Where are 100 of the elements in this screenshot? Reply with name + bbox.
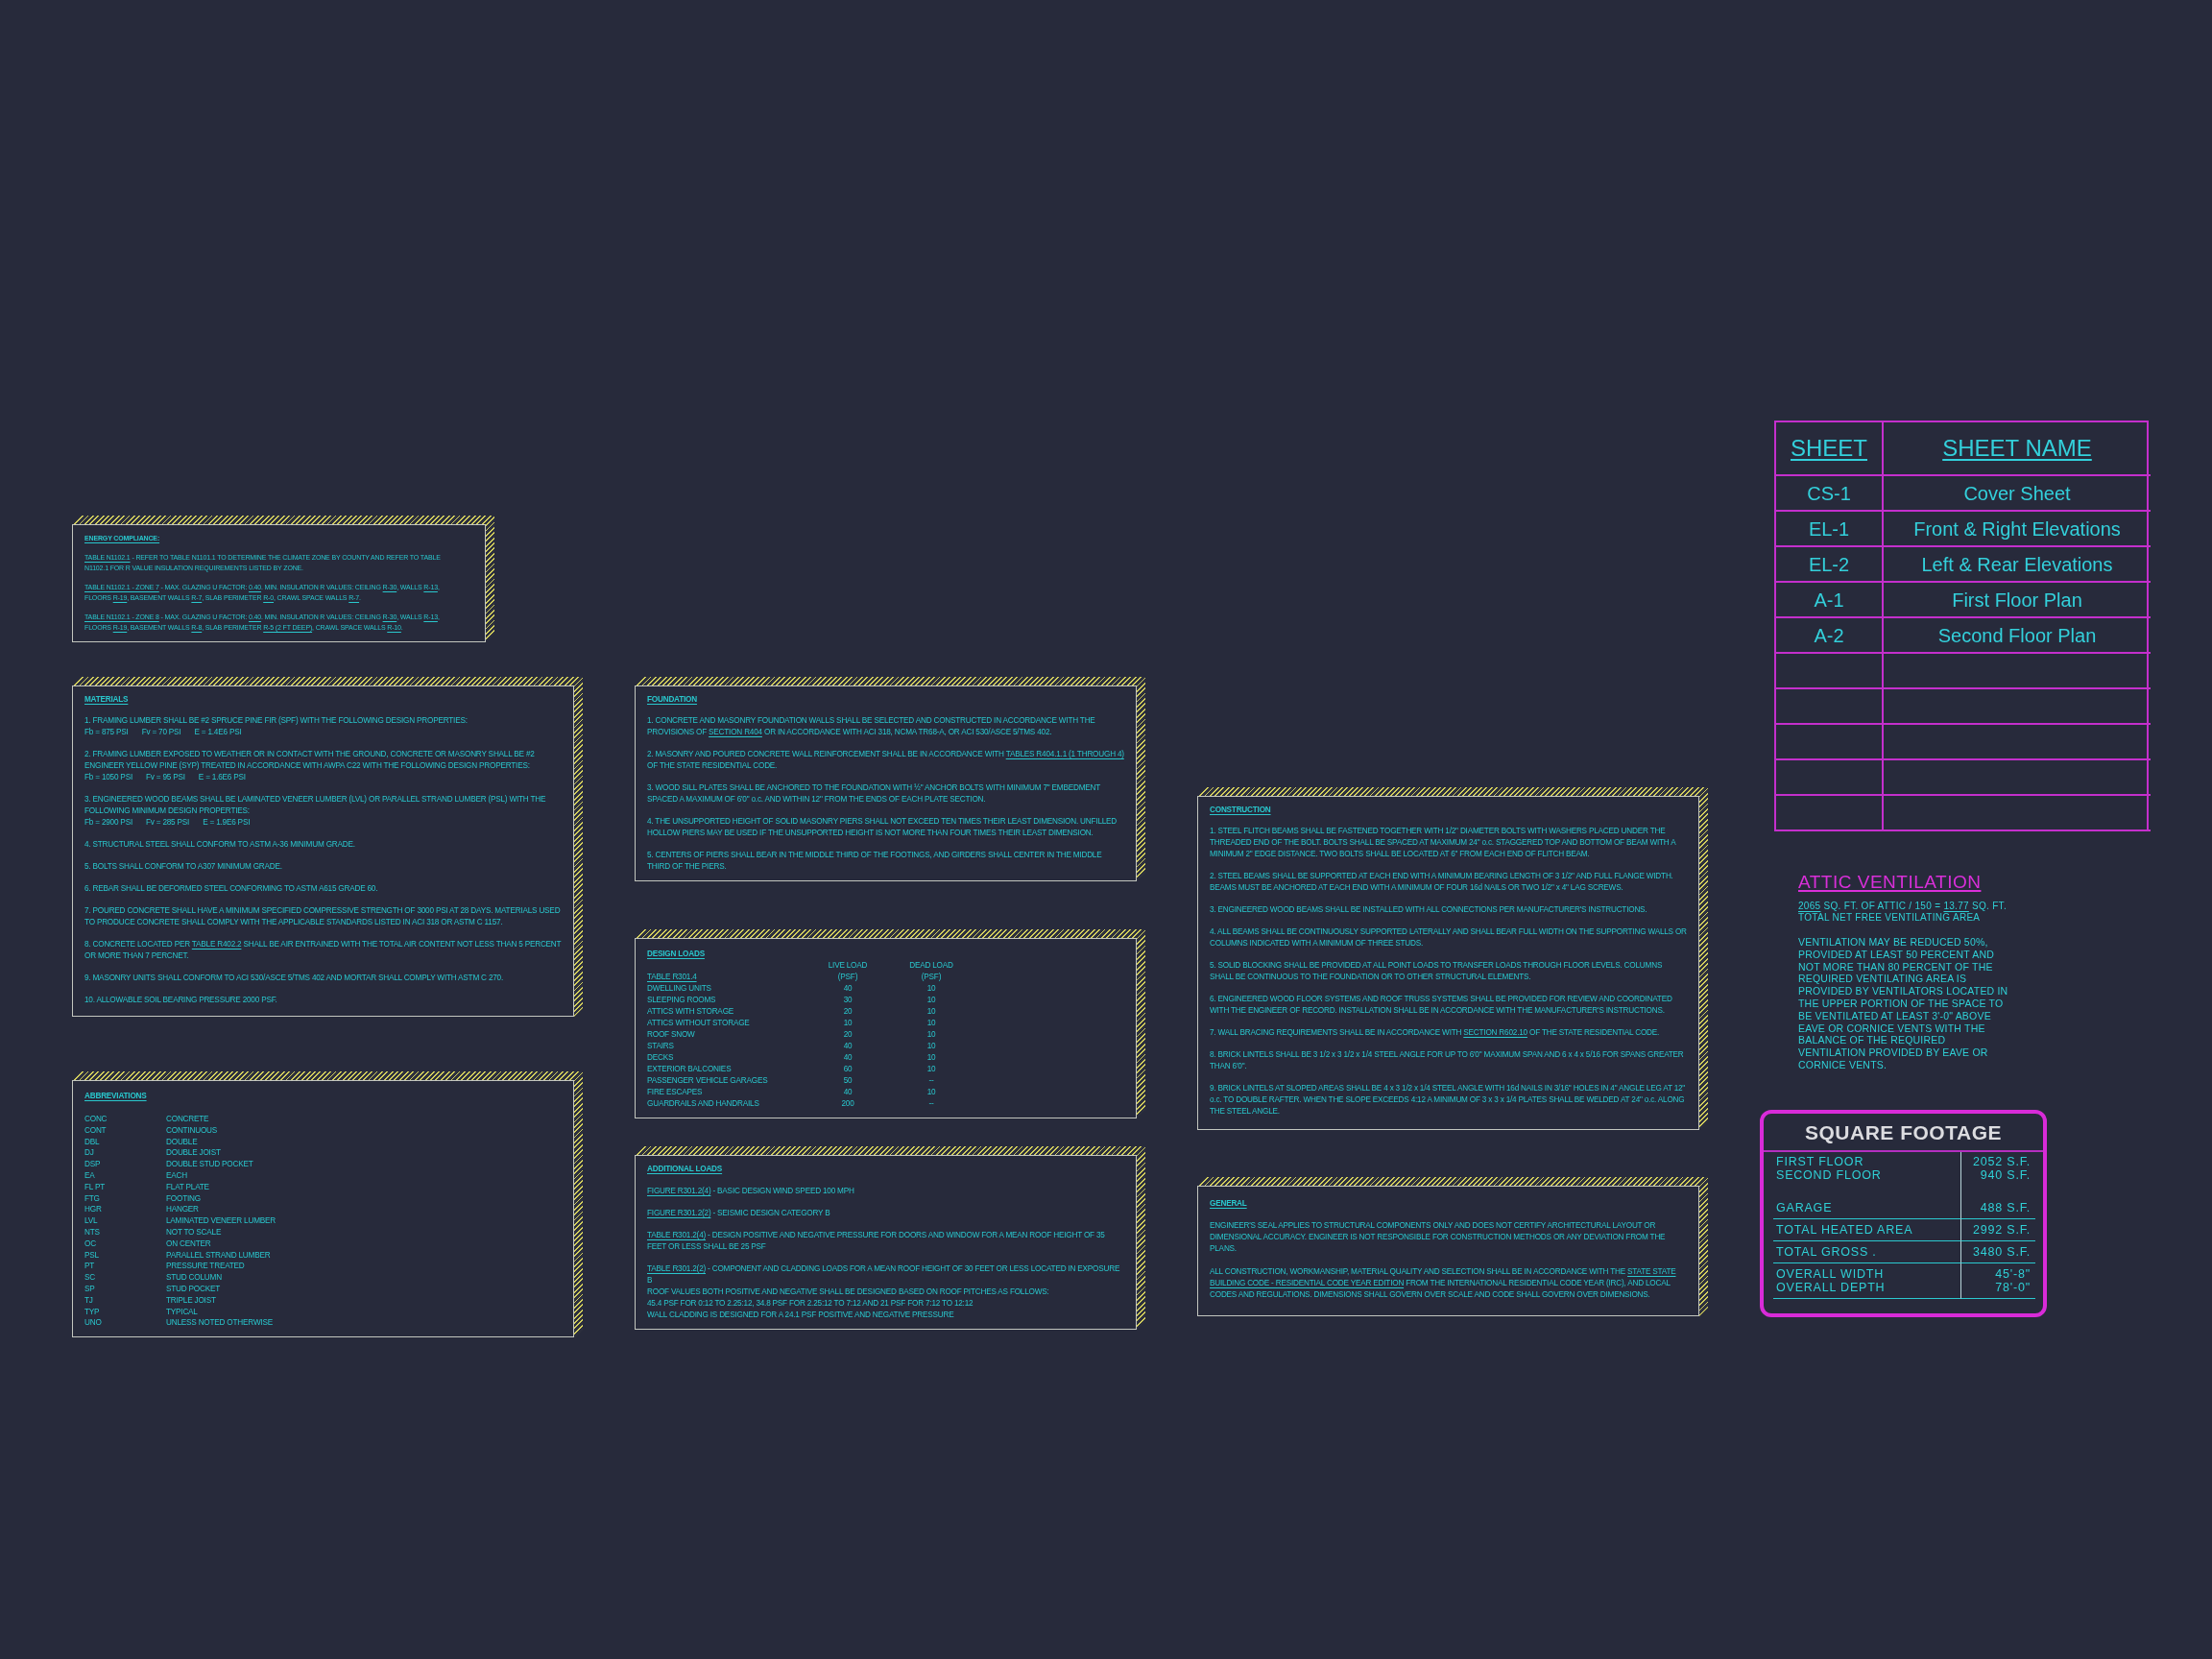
note-text: 2. STEEL BEAMS SHALL BE SUPPORTED AT EACH END WITH A MINIMUM BEARING LENGTH OF 3 1/2" AND FULL FLANGE WIDTH. BEAMS MUST BE ANCHORED AT EACH END WITH A MINIMUM OF FOUR 16d NAILS OR TWO 1/2" x 4" LAG SCREWS. [1210,871,1674,894]
abbreviation-meaning: NOT TO SCALE [166,1226,222,1238]
sheet-number: EL-1 [1808,517,1850,541]
abbreviation-meaning: FLAT PLATE [166,1181,209,1193]
column-header: SHEET [1791,435,1867,462]
abbreviation-meaning: DOUBLE [166,1136,198,1148]
property-value: Fv = 70 PSI [141,727,181,738]
load-value: 10 [926,1041,936,1052]
note-text: TABLE R301.2(2) - COMPONENT AND CLADDING LOADS FOR A MEAN ROOF HEIGHT OF 30 FEET OR LESS LOCATED IN EXPOSURE B [647,1263,1121,1286]
note-text: 8. BRICK LINTELS SHALL BE 3 1/2 x 3 1/2 x 1/4 STEEL ANGLE FOR UP TO 6'0" MAXIMUM SPAN AND 6 x 4 x 5/16 FOR SPANS GREATER THAN 6'0". [1210,1049,1685,1072]
load-use: ROOF SNOW [647,1029,695,1041]
area-value: 940 S.F. [1980,1167,2031,1182]
note-text: 8. CONCRETE LOCATED PER TABLE R402.2 SHALL BE AIR ENTRAINED WITH THE TOTAL AIR CONTENT NOT LESS THAN 5 PERCENT OR MORE THAN 7 PERCNET. [84,939,562,962]
column-header: SHEET NAME [1942,435,2092,462]
area-label: OVERALL DEPTH [1776,1280,1886,1294]
abbreviation: DJ [84,1147,94,1160]
note-text: 5. BOLTS SHALL CONFORM TO A307 MINIMUM GRADE. [84,861,283,873]
note-text: 5. CENTERS OF PIERS SHALL BEAR IN THE MIDDLE THIRD OF THE FOOTINGS, AND GIRDERS SHALL CENTER IN THE MIDDLE THIRD OF THE PIERS. [647,850,1103,873]
note-text: ENGINEER'S SEAL APPLIES TO STRUCTURAL COMPONENTS ONLY AND DOES NOT CERTIFY ARCHITECTURAL LAYOUT OR DIMENSIONAL ACCURACY. ENGINEER IS NOT RESPONSIBLE FOR CONSTRUCTION METHODS OR ANY DEVIATION FROM THE PLANS. [1210,1220,1667,1255]
abbreviation: SP [84,1283,95,1295]
note-text: VENTILATION MAY BE REDUCED 50%, PROVIDED AT LEAST 50 PERCENT AND NOT MORE THAN 80 PERCENT OF THE REQUIRED VENTILATING AREA IS PROVIDED BY VENTILATORS LOCATED IN THE UPPER PORTION OF THE SPACE TO BE VENTILATED AT LEAST 3'-0" ABOVE EAVE OR CORNICE VENTS WITH THE BALANCE OF THE REQUIRED VENTILATION PROVIDED BY EAVE OR CORNICE VENTS. [1798,936,2009,1071]
caption-text: TOTAL NET FREE VENTILATING AREA [1798,912,1981,924]
load-value: 10 [926,1006,936,1018]
note-text: 1. FRAMING LUMBER SHALL BE #2 SPRUCE PINE FIR (SPF) WITH THE FOLLOWING DESIGN PROPERTIES: [84,715,469,727]
area-value: 45'-8" [1995,1266,2031,1281]
abbreviation: LVL [84,1215,98,1227]
sheet-number: A-2 [1814,623,1844,647]
load-use: ATTICS WITHOUT STORAGE [647,1018,750,1029]
abbreviation-meaning: HANGER [166,1204,199,1216]
sheet-name: Left & Rear Elevations [1921,552,2113,576]
load-value: 10 [926,1064,936,1075]
abbreviation-meaning: STUD POCKET [166,1283,221,1295]
abbreviation: CONT [84,1124,107,1137]
note-text: 4. THE UNSUPPORTED HEIGHT OF SOLID MASONRY PIERS SHALL NOT EXCEED TEN TIMES THEIR LEAST DIMENSION. UNFILLED HOLLOW PIERS MAY BE USED IF THE UNSUPPORTED HEIGHT IS NOT MORE THAN FOUR TIMES THEIR LEAST DIMENSION. [647,816,1118,839]
load-use: GUARDRAILS AND HANDRAILS [647,1098,759,1110]
note-text: 4. STRUCTURAL STEEL SHALL CONFORM TO ASTM A-36 MINIMUM GRADE. [84,839,356,851]
abbreviation-meaning: PARALLEL STRAND LUMBER [166,1249,271,1262]
abbreviation: TJ [84,1294,93,1307]
note-text: 1. CONCRETE AND MASONRY FOUNDATION WALLS SHALL BE SELECTED AND CONSTRUCTED IN ACCORDANCE WITH THE PROVISIONS OF SECTION R404 OR IN ACCORDANCE WITH ACI 318, NCMA TR68-A, OR ACI 530/ASCE 5/TMS 402. [647,715,1096,738]
note-text: 10. ALLOWABLE SOIL BEARING PRESSURE 2000 PSF. [84,995,278,1006]
load-value: 10 [926,983,936,995]
column-header: DEAD LOAD [909,960,953,972]
load-value: 40 [843,1052,853,1064]
load-use: DWELLING UNITS [647,983,711,995]
column-unit: (PSF) [921,972,942,983]
load-use: DECKS [647,1052,674,1064]
abbreviation-meaning: DOUBLE STUD POCKET [166,1159,253,1170]
abbreviation-meaning: PRESSURE TREATED [166,1261,245,1273]
load-value: 10 [926,1018,936,1029]
abbreviation-meaning: FOOTING [166,1192,201,1205]
note-text: ROOF VALUES BOTH POSITIVE AND NEGATIVE SHALL BE DESIGNED BASED ON ROOF PITCHES AS FOLLOWS: [647,1286,1050,1298]
abbreviation-meaning: TYPICAL [166,1306,198,1318]
sheet-number: CS-1 [1807,481,1851,505]
calculation-text: 2065 SQ. FT. OF ATTIC / 150 = 13.77 SQ. FT. [1798,901,2007,912]
load-value: 20 [843,1006,853,1018]
area-label: TOTAL HEATED AREA [1776,1222,1913,1237]
note-text: WALL CLADDING IS DESIGNED FOR A 24.1 PSF POSITIVE AND NEGATIVE PRESSURE [647,1310,955,1321]
panel-heading: CONSTRUCTION [1210,805,1271,816]
abbreviation-meaning: STUD COLUMN [166,1272,222,1284]
note-text: 6. REBAR SHALL BE DEFORMED STEEL CONFORMING TO ASTM A615 GRADE 60. [84,883,379,895]
property-value: Fv = 95 PSI [146,772,185,783]
note-text: 6. ENGINEERED WOOD FLOOR SYSTEMS AND ROOF TRUSS SYSTEMS SHALL BE PROVIDED FOR REVIEW AND COORDINATED WITH THE ENGINEER OF RECORD. INSTALLATION SHALL BE IN ACCORDANCE WITH THE MANUFACTURER'S INSTRUCTIONS. [1210,994,1673,1017]
area-value: 78'-0" [1995,1280,2031,1294]
column-unit: (PSF) [837,972,858,983]
note-text: 7. POURED CONCRETE SHALL HAVE A MINIMUM SPECIFIED COMPRESSIVE STRENGTH OF 3000 PSI AT 28 DAYS. MATERIALS USED TO PRODUCE CONCRETE SHALL COMPLY WITH THE APPLICABLE STANDARDS LISTED IN ACI 318 OR ASTM C 1157. [84,905,562,928]
property-value: Fb = 2900 PSI [84,817,132,829]
abbreviation-meaning: LAMINATED VENEER LUMBER [166,1215,276,1227]
abbreviation-meaning: EACH [166,1170,187,1182]
load-use: ATTICS WITH STORAGE [647,1006,734,1018]
abbreviation-meaning: DOUBLE JOIST [166,1147,221,1160]
load-value: 200 [841,1098,854,1110]
area-label: FIRST FLOOR [1776,1154,1864,1168]
abbreviation: HGR [84,1204,102,1216]
note-text: 5. SOLID BLOCKING SHALL BE PROVIDED AT ALL POINT LOADS TO TRANSFER LOADS THROUGH FLOOR LEVELS. COLUMNS SHALL BE CONTINUOUS TO THE FOUNDATION OR TO OTHER STRUCTURAL ELEMENTS. [1210,960,1664,983]
sheet-number: EL-2 [1808,552,1850,576]
sheet-name: Cover Sheet [1963,481,2071,505]
abbreviation: CONC [84,1114,108,1125]
area-value: 2052 S.F. [1973,1154,2031,1168]
note-text: 3. ENGINEERED WOOD BEAMS SHALL BE LAMINATED VENEER LUMBER (LVL) OR PARALLEL STRAND LUMBER (PSL) WITH THE FOLLOWING MINIMUM DESIGN PROPERTIES: [84,794,547,817]
area-label: SECOND FLOOR [1776,1167,1882,1182]
abbreviation-meaning: CONCRETE [166,1114,209,1125]
property-value: E = 1.9E6 PSI [203,817,251,829]
note-text: 3. ENGINEERED WOOD BEAMS SHALL BE INSTALLED WITH ALL CONNECTIONS PER MANUFACTURER'S INSTRUCTIONS. [1210,904,1648,916]
area-label: TOTAL GROSS . [1776,1244,1877,1259]
load-use: FIRE ESCAPES [647,1087,703,1098]
load-value: 30 [843,995,853,1006]
area-label: GARAGE [1776,1200,1833,1214]
note-text: 9. MASONRY UNITS SHALL CONFORM TO ACI 530/ASCE 5/TMS 402 AND MORTAR SHALL COMPLY WITH ASTM C 270. [84,973,505,984]
abbreviation: OC [84,1238,96,1250]
panel-heading: MATERIALS [84,694,129,706]
area-value: 3480 S.F. [1973,1244,2031,1259]
load-value: 40 [843,1087,853,1098]
note-text: 1. STEEL FLITCH BEAMS SHALL BE FASTENED TOGETHER WITH 1/2" DIAMETER BOLTS WITH WASHERS PLACED UNDER THE THREADED END OF THE BOLT. BOLTS SHALL BE SPACED AT MAXIMUM 24" o.c. STAGGERED TOP AND BOTTOM OF BEAM WITH A MINIMUM 2" EDGE DISTANCE. TWO BOLTS SHALL BE LOCATED AT 6" FROM EACH END OF FLITCH BEAM. [1210,826,1677,860]
abbreviation: UNO [84,1317,102,1330]
load-value: -- [928,1075,934,1087]
load-value: 50 [843,1075,853,1087]
load-use: PASSENGER VEHICLE GARAGES [647,1075,768,1087]
panel-heading: DESIGN LOADS [647,949,705,960]
note-text: 3. WOOD SILL PLATES SHALL BE ANCHORED TO THE FOUNDATION WITH ½" ANCHOR BOLTS WITH MINIMUM 7" EMBEDMENT SPACED A MAXIMUM OF 6'0" o.c. AND WITHIN 12" FROM THE ENDS OF EACH PLATE SECTION. [647,782,1101,805]
load-value: 60 [843,1064,853,1075]
